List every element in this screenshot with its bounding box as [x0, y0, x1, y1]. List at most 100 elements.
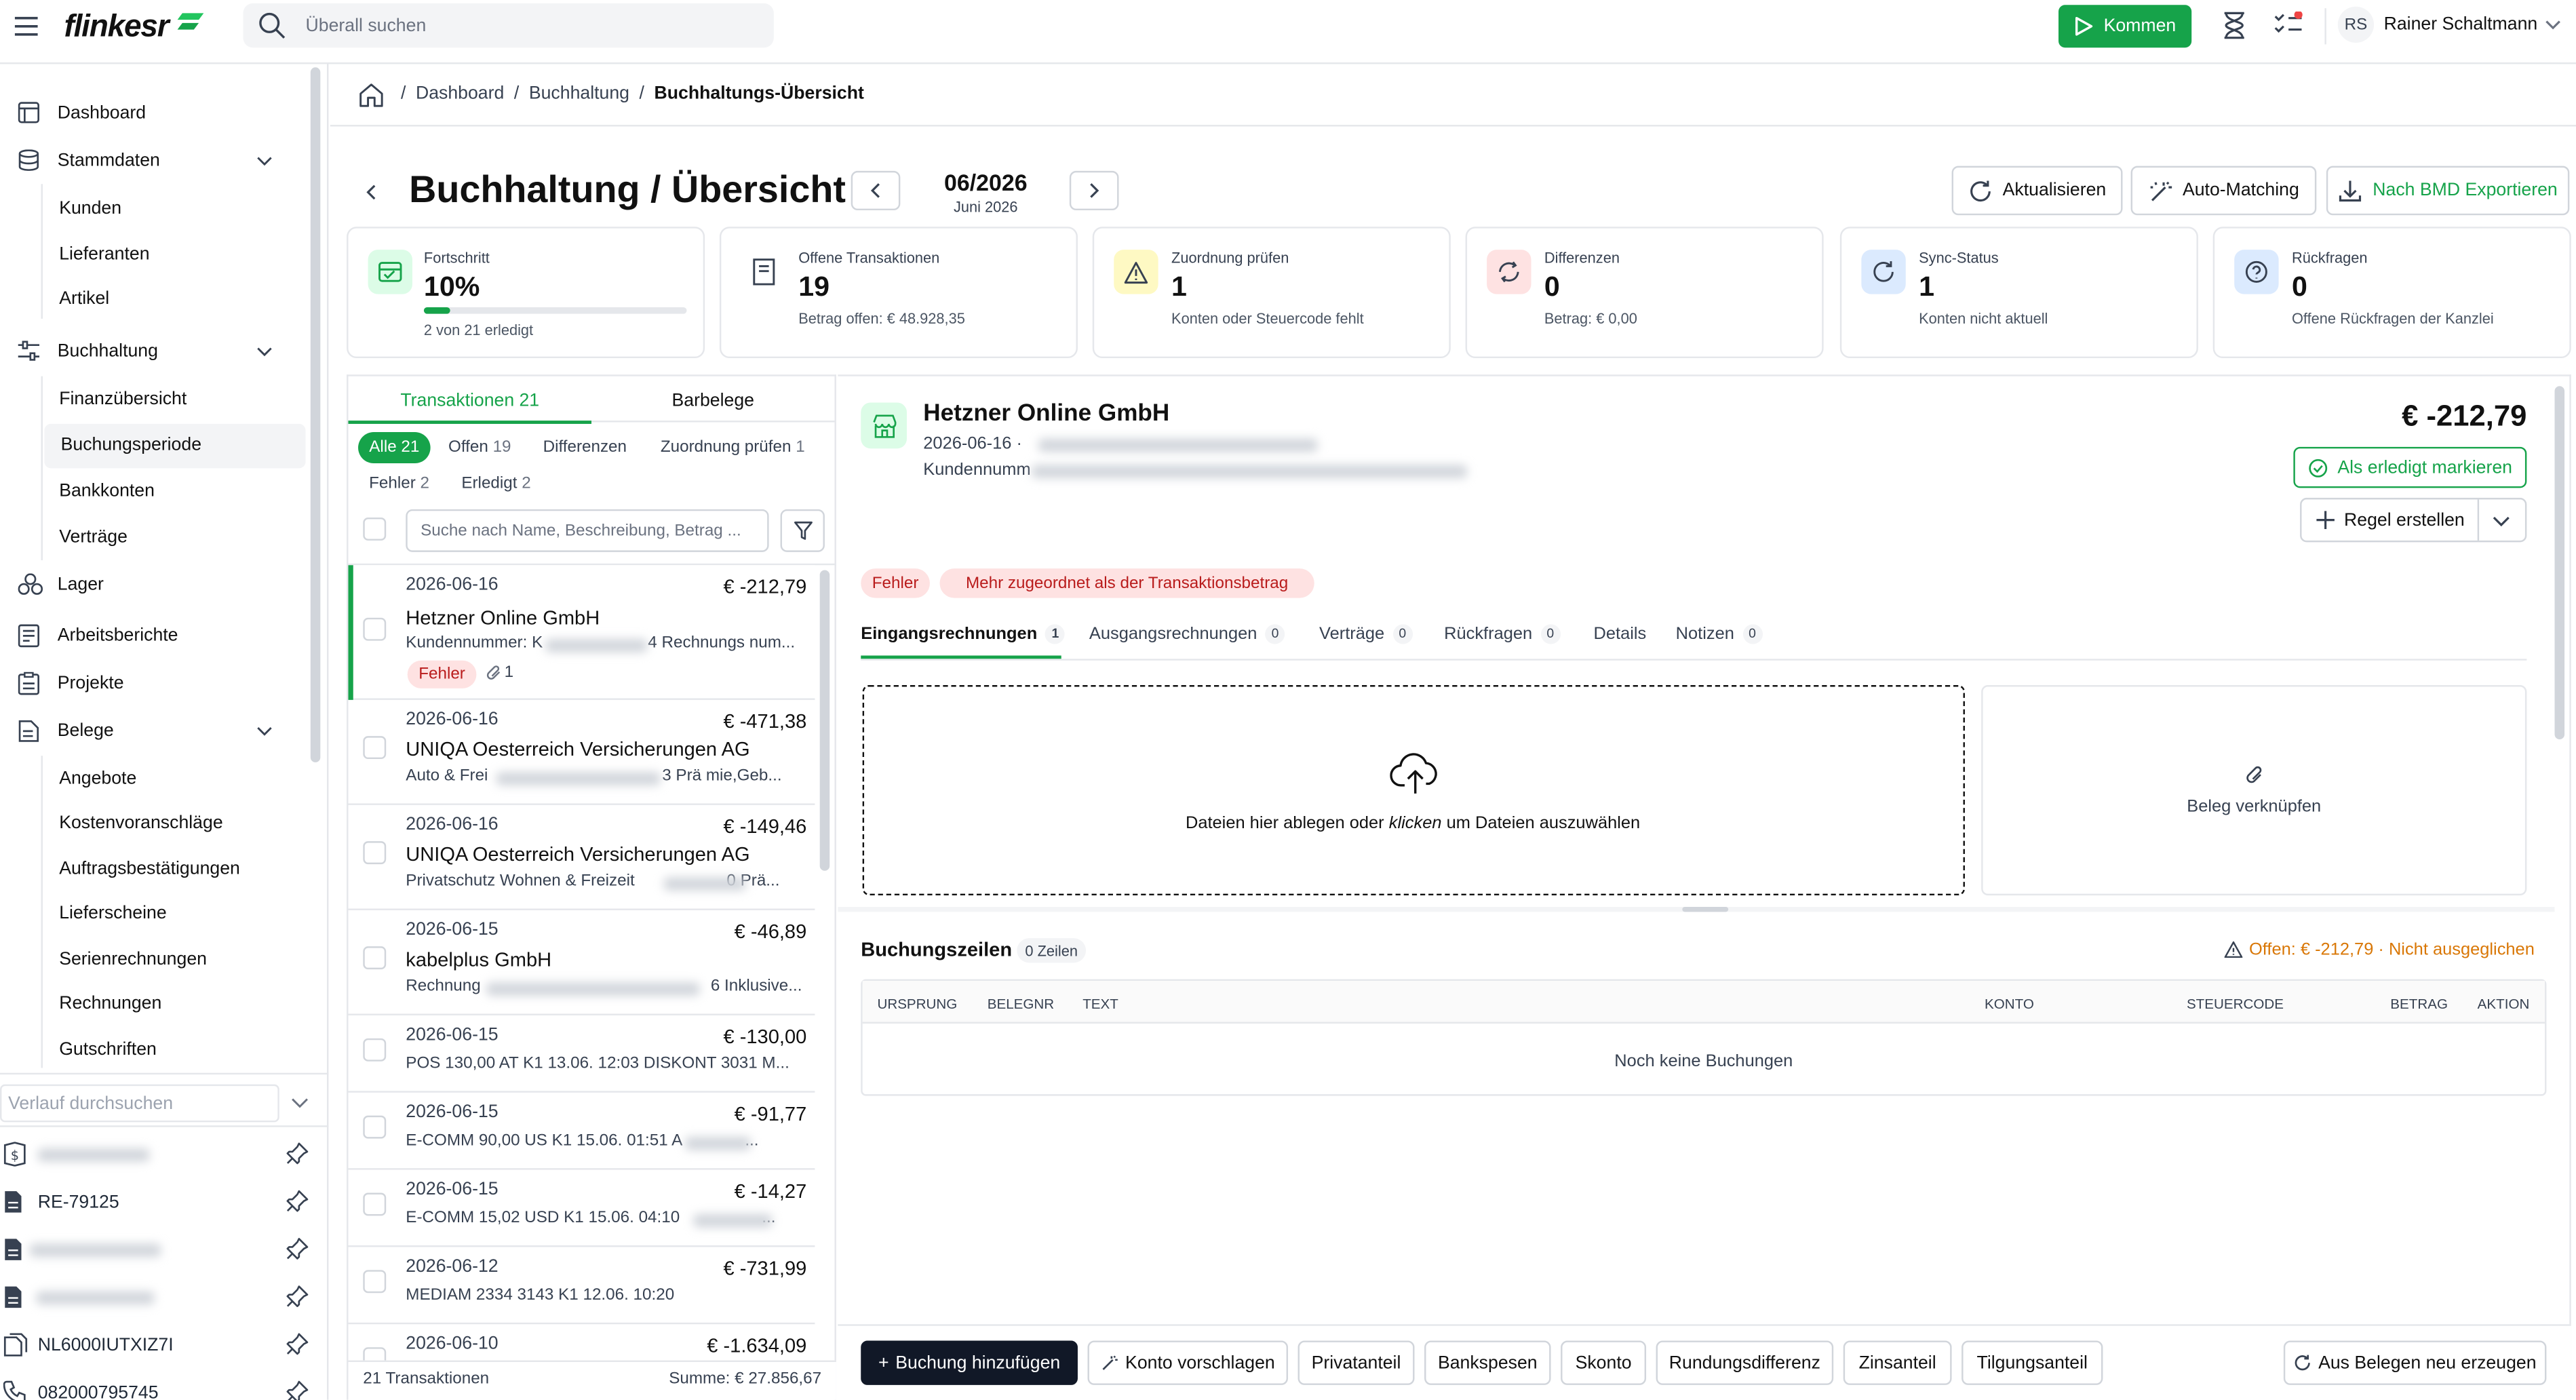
sidebar-item-buchungsperiode[interactable]: Buchungsperiode — [61, 435, 201, 455]
mark-done-button[interactable]: Als erledigt markieren — [2293, 446, 2527, 488]
filter-differenzen[interactable]: Differenzen — [529, 432, 641, 463]
select-all-checkbox[interactable] — [363, 517, 387, 541]
table-row[interactable]: 2026-06-16 € -212,79 Hetzner Online GmbH… — [348, 565, 815, 700]
splitter-handle[interactable] — [1682, 907, 1729, 912]
sidebar-item-arbeitsberichte[interactable]: Arbeitsberichte — [0, 615, 309, 657]
col-text[interactable]: TEXT — [1082, 996, 1118, 1012]
chevron-down-icon[interactable] — [291, 1097, 309, 1109]
file-dropzone[interactable]: Dateien hier ablegen oder klicken um Dat… — [862, 685, 1965, 896]
private-share-button[interactable]: Privatanteil — [1297, 1340, 1415, 1385]
row-checkbox[interactable] — [363, 1270, 387, 1294]
kommen-button[interactable]: Kommen — [2058, 5, 2192, 48]
history-item[interactable] — [0, 1226, 328, 1273]
sidebar-item-vertraege[interactable]: Verträge — [59, 528, 128, 547]
sidebar-item-angebote[interactable]: Angebote — [59, 769, 136, 789]
pin-icon[interactable] — [286, 1380, 309, 1400]
list-scrollbar[interactable] — [819, 570, 830, 871]
sidebar-item-lieferanten[interactable]: Lieferanten — [59, 245, 149, 265]
breadcrumb-dashboard[interactable]: Dashboard — [416, 84, 504, 104]
pin-icon[interactable] — [286, 1237, 309, 1260]
row-checkbox[interactable] — [363, 1115, 387, 1139]
table-row[interactable]: 2026-06-16 € -149,46 UNIQA Oesterreich V… — [348, 805, 815, 910]
sidebar-item-dashboard[interactable]: Dashboard — [0, 92, 309, 135]
sidebar-item-buchhaltung[interactable]: Buchhaltung — [0, 330, 309, 373]
col-betrag[interactable]: BETRAG — [2390, 996, 2448, 1012]
sidebar-item-gutschriften[interactable]: Gutschriften — [59, 1040, 157, 1059]
tab-barbelege[interactable]: Barbelege — [591, 381, 834, 421]
table-row[interactable]: 2026-06-15 € -91,77 E-COMM 90,00 US K1 1… — [348, 1093, 815, 1170]
sidebar-item-kunden[interactable]: Kunden — [59, 199, 121, 218]
hourglass-icon[interactable] — [2223, 12, 2246, 39]
sidebar-item-finanzuebersicht[interactable]: Finanzübersicht — [59, 389, 187, 409]
pin-icon[interactable] — [286, 1285, 309, 1308]
tab-transaktionen[interactable]: Transaktionen 21 — [349, 381, 591, 421]
auto-matching-button[interactable]: Auto-Matching — [2130, 166, 2317, 216]
row-checkbox[interactable] — [363, 617, 387, 641]
sidebar-item-rechnungen[interactable]: Rechnungen — [59, 994, 161, 1013]
history-item[interactable]: RE-79125 — [0, 1178, 328, 1226]
filter-erledigt[interactable]: Erledigt 2 — [447, 468, 545, 499]
filter-zuordnung[interactable]: Zuordnung prüfen 1 — [647, 432, 818, 463]
tab-notizen[interactable]: Notizen 0 — [1676, 624, 1763, 644]
filter-alle[interactable]: Alle 21 — [358, 432, 431, 464]
tasks-icon[interactable] — [2273, 11, 2303, 38]
sidebar-item-artikel[interactable]: Artikel — [59, 289, 109, 309]
transaction-search-input[interactable]: Suche nach Name, Beschreibung, Betrag ..… — [406, 509, 769, 552]
tab-details[interactable]: Details — [1594, 624, 1647, 644]
sidebar-item-bankkonten[interactable]: Bankkonten — [59, 482, 155, 501]
chevron-down-icon[interactable] — [2492, 516, 2510, 528]
row-checkbox[interactable] — [363, 1347, 387, 1361]
table-row[interactable]: 2026-06-10 € -1.634,09 — [349, 1324, 815, 1361]
sidebar-item-auftragsbestaetigungen[interactable]: Auftragsbestätigungen — [59, 859, 240, 879]
row-checkbox[interactable] — [363, 1192, 387, 1216]
link-document-box[interactable]: Beleg verknüpfen — [1981, 685, 2527, 896]
discount-button[interactable]: Skonto — [1561, 1340, 1647, 1385]
avatar[interactable]: RS — [2337, 6, 2375, 43]
row-checkbox[interactable] — [363, 1038, 387, 1062]
sidebar-item-belege[interactable]: Belege — [0, 709, 309, 752]
table-row[interactable]: 2026-06-15 € -14,27 E-COMM 15,02 USD K1 … — [348, 1170, 815, 1247]
history-search-input[interactable]: Verlauf durchsuchen — [0, 1084, 279, 1123]
history-item[interactable]: 082000795745 — [0, 1369, 328, 1400]
prev-period-button[interactable] — [851, 170, 901, 211]
bank-fees-button[interactable]: Bankspesen — [1424, 1340, 1551, 1385]
filter-fehler[interactable]: Fehler 2 — [358, 468, 440, 499]
filter-button[interactable] — [780, 509, 825, 552]
repayment-share-button[interactable]: Tilgungsanteil — [1962, 1340, 2103, 1385]
sidebar-item-kostenvoranschlaege[interactable]: Kostenvoranschläge — [59, 813, 222, 833]
table-row[interactable]: 2026-06-16 € -471,38 UNIQA Oesterreich V… — [348, 700, 815, 805]
history-item[interactable] — [0, 1273, 328, 1321]
pin-icon[interactable] — [286, 1142, 309, 1165]
row-checkbox[interactable] — [363, 946, 387, 970]
refresh-button[interactable]: Aktualisieren — [1951, 166, 2123, 216]
pin-icon[interactable] — [286, 1332, 309, 1355]
tab-vertraege[interactable]: Verträge 0 — [1319, 624, 1413, 644]
filter-offen[interactable]: Offen 19 — [437, 432, 522, 463]
col-steuercode[interactable]: STEUERCODE — [2187, 996, 2284, 1012]
bmd-export-button[interactable]: Nach BMD Exportieren — [2326, 166, 2570, 216]
breadcrumb-buchhaltung[interactable]: Buchhaltung — [529, 84, 629, 104]
table-row[interactable]: 2026-06-15 € -46,89 kabelplus GmbH Rechn… — [348, 910, 815, 1015]
row-checkbox[interactable] — [363, 736, 387, 760]
sidebar-item-lager[interactable]: Lager — [0, 564, 309, 606]
table-row[interactable]: 2026-06-15 € -130,00 POS 130,00 AT K1 13… — [348, 1015, 815, 1093]
home-icon[interactable] — [358, 82, 385, 109]
detail-scrollbar[interactable] — [2554, 386, 2565, 739]
sidebar-item-stammdaten[interactable]: Stammdaten — [0, 140, 309, 182]
tab-rueckfragen[interactable]: Rückfragen 0 — [1444, 624, 1561, 644]
sidebar-item-projekte[interactable]: Projekte — [0, 662, 309, 705]
row-checkbox[interactable] — [363, 841, 387, 865]
table-row[interactable]: 2026-06-12 € -731,99 MEDIAM 2334 3143 K1… — [348, 1247, 815, 1325]
rounding-difference-button[interactable]: Rundungsdifferenz — [1656, 1340, 1834, 1385]
chevron-down-icon[interactable] — [2545, 20, 2561, 30]
interest-share-button[interactable]: Zinsanteil — [1843, 1340, 1952, 1385]
history-item[interactable]: NL6000IUTXIZ7I — [0, 1321, 328, 1368]
back-chevron-icon[interactable] — [365, 184, 376, 200]
suggest-account-button[interactable]: Konto vorschlagen — [1087, 1340, 1289, 1385]
tab-ausgangsrechnungen[interactable]: Ausgangsrechnungen 0 — [1089, 624, 1285, 644]
tab-eingangsrechnungen[interactable]: Eingangsrechnungen 1 — [861, 624, 1066, 644]
add-booking-button[interactable]: + Buchung hinzufügen — [861, 1340, 1078, 1385]
pin-icon[interactable] — [286, 1190, 309, 1213]
regenerate-button[interactable]: Aus Belegen neu erzeugen — [2283, 1340, 2547, 1385]
user-name[interactable]: Rainer Schaltmann — [2384, 15, 2538, 35]
